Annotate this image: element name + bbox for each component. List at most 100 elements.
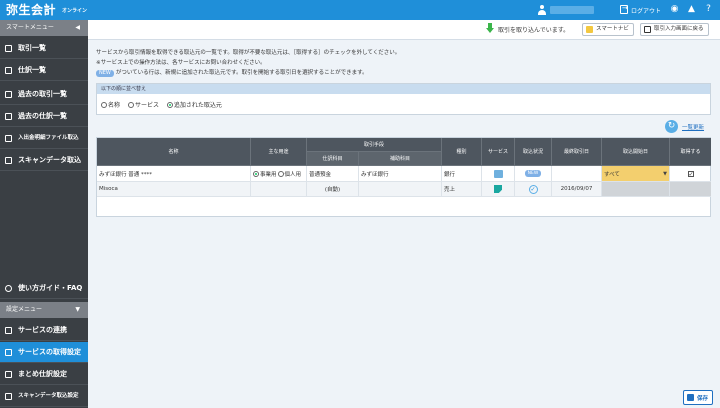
new-badge: NEW bbox=[96, 70, 114, 77]
cell-service bbox=[482, 166, 515, 182]
link-icon bbox=[5, 327, 12, 334]
logout-link[interactable]: ログアウト bbox=[631, 6, 661, 15]
sidebar-item-label: 使い方ガイド・FAQ bbox=[18, 284, 83, 292]
collapse-icon[interactable]: ◀ bbox=[75, 20, 80, 36]
cell-credit[interactable]: みずほ銀行 bbox=[359, 166, 442, 182]
sort-option-label: サービス bbox=[134, 102, 159, 109]
bank-service-icon bbox=[493, 169, 503, 178]
bell-icon[interactable]: ▲ bbox=[686, 4, 697, 15]
user-icon[interactable] bbox=[538, 5, 546, 15]
description-line-3-text: がついている行は、新規に追加された取込元です。取引を開始する取引日を選択すること… bbox=[115, 70, 368, 76]
sort-radio-service[interactable] bbox=[127, 101, 134, 108]
col-header-method: 取引手段 bbox=[307, 138, 442, 152]
cell-last-date bbox=[552, 166, 602, 182]
back-to-input-label: 取引入力画面に戻る bbox=[654, 26, 704, 32]
cell-name: Misoca bbox=[97, 182, 251, 197]
chat-icon[interactable]: ◉ bbox=[669, 4, 680, 15]
merge-icon bbox=[5, 371, 12, 378]
description-line-2: ※サービス上での操作方法は、各サービスにお問い合わせください。 bbox=[96, 60, 266, 66]
sort-radio-name[interactable] bbox=[101, 101, 107, 108]
sidebar-item-label: サービスの取得設定 bbox=[18, 348, 81, 356]
refresh-icon[interactable]: ↻ bbox=[665, 120, 678, 133]
sidebar-item-label: サービスの連携 bbox=[18, 326, 67, 334]
sidebar-item-scan-import[interactable]: スキャンデータ取込 bbox=[0, 150, 88, 171]
sidebar-item-transactions[interactable]: 取引一覧 bbox=[0, 38, 88, 59]
sidebar-item-label: 仕訳一覧 bbox=[18, 66, 46, 74]
new-status-badge: NEW bbox=[524, 170, 542, 177]
cell-status: ✓ bbox=[515, 182, 552, 197]
cell-debit: (自動) bbox=[307, 182, 359, 197]
sort-radio-added[interactable] bbox=[166, 101, 173, 108]
smart-navi-button[interactable]: スマートナビ bbox=[582, 23, 634, 36]
sidebar-item-journals[interactable]: 仕訳一覧 bbox=[0, 60, 88, 81]
sidebar-item-file-import[interactable]: 入出金明細ファイル取込 bbox=[0, 128, 88, 149]
sidebar: スマートメニュー ◀ 取引一覧 仕訳一覧 過去の取引一覧 過去の仕訳一覧 入出金… bbox=[0, 20, 88, 408]
app-logo-sub: オンライン bbox=[62, 8, 88, 14]
sort-options: 名称 サービス 追加された取込元 bbox=[101, 100, 228, 109]
source-table: 名称 主な用途 取引手段 仕訳科目 補助科目 種別 サービス 取込状況 最終取引… bbox=[96, 137, 711, 217]
list-icon bbox=[5, 91, 12, 98]
cell-fetch: ✓ bbox=[670, 166, 711, 182]
settings-menu-label: 設定メニュー bbox=[6, 306, 43, 313]
sidebar-item-label: スキャンデータ取込 bbox=[18, 156, 81, 164]
col-header-fetch: 取得する bbox=[670, 138, 711, 166]
top-bar: 弥生会計 オンライン ログアウト ◉ ▲ ? bbox=[0, 0, 720, 20]
start-date-select[interactable]: すべて ▼ bbox=[602, 166, 670, 182]
expand-icon[interactable]: ▼ bbox=[75, 302, 80, 318]
save-icon bbox=[687, 394, 694, 401]
cell-usage: 事業用 個人用 bbox=[251, 166, 307, 182]
sidebar-item-merge-settings[interactable]: まとめ仕訳設定 bbox=[0, 364, 88, 385]
description-line-3: NEW がついている行は、新規に追加された取込元です。取引を開始する取引日を選択す… bbox=[96, 68, 368, 77]
cell-last-date: 2016/09/07 bbox=[552, 182, 602, 197]
list-icon bbox=[5, 45, 12, 52]
cell-type: 売上 bbox=[442, 182, 482, 197]
smart-menu-label: スマートメニュー bbox=[6, 24, 54, 31]
sidebar-item-past-transactions[interactable]: 過去の取引一覧 bbox=[0, 84, 88, 105]
help-icon[interactable]: ? bbox=[703, 4, 714, 15]
user-name-redacted bbox=[550, 6, 594, 14]
col-header-debit: 仕訳科目 bbox=[307, 152, 359, 166]
file-icon bbox=[5, 135, 12, 142]
navi-icon bbox=[586, 26, 593, 33]
col-header-credit: 補助科目 bbox=[359, 152, 442, 166]
usage-radio-business[interactable] bbox=[253, 170, 259, 177]
main-content: 取引を取り込んでいます。 スマートナビ 取引入力画面に戻る サービスから取引情報… bbox=[88, 20, 720, 408]
sidebar-item-scan-settings[interactable]: スキャンデータ取込設定 bbox=[0, 386, 88, 407]
cell-usage bbox=[251, 182, 307, 197]
col-header-type: 種別 bbox=[442, 138, 482, 166]
sidebar-item-label: 過去の取引一覧 bbox=[18, 90, 67, 98]
fetch-checkbox[interactable]: ✓ bbox=[687, 170, 694, 177]
sidebar-item-label: 過去の仕訳一覧 bbox=[18, 112, 67, 120]
sidebar-item-service-fetch-settings[interactable]: サービスの取得設定 bbox=[0, 342, 88, 363]
start-date-value: すべて bbox=[604, 171, 620, 178]
cell-service bbox=[482, 182, 515, 197]
logout-icon[interactable] bbox=[620, 4, 628, 14]
sidebar-item-label: 取引一覧 bbox=[18, 44, 46, 52]
description-line-1: サービスから取引情報を取得できる取込元の一覧です。取得が不要な取込元は、［取得す… bbox=[96, 50, 401, 56]
app-logo[interactable]: 弥生会計 bbox=[6, 2, 56, 18]
smart-menu-header[interactable]: スマートメニュー ◀ bbox=[0, 20, 88, 36]
misoca-service-icon bbox=[494, 185, 502, 193]
save-button[interactable]: 保存 bbox=[683, 390, 713, 405]
usage-label-business: 事業用 bbox=[260, 171, 277, 178]
back-to-input-button[interactable]: 取引入力画面に戻る bbox=[640, 23, 709, 36]
cell-type: 銀行 bbox=[442, 166, 482, 182]
gear-icon bbox=[5, 349, 12, 356]
sidebar-item-label: スキャンデータ取込設定 bbox=[18, 393, 79, 399]
sidebar-item-past-journals[interactable]: 過去の仕訳一覧 bbox=[0, 106, 88, 127]
list-icon bbox=[5, 67, 12, 74]
settings-menu-header[interactable]: 設定メニュー ▼ bbox=[0, 302, 88, 318]
refresh-link[interactable]: 一覧更新 bbox=[682, 123, 704, 131]
cell-debit[interactable]: 普通預金 bbox=[307, 166, 359, 182]
sort-panel: 以下の順に並べ替え 名称 サービス 追加された取込元 bbox=[96, 83, 711, 115]
list-icon bbox=[5, 113, 12, 120]
usage-radio-personal[interactable] bbox=[277, 170, 284, 177]
sidebar-item-service-link[interactable]: サービスの連携 bbox=[0, 320, 88, 341]
download-arrow-icon bbox=[486, 23, 494, 34]
col-header-usage: 主な用途 bbox=[251, 138, 307, 166]
col-header-service: サービス bbox=[482, 138, 515, 166]
sidebar-item-guide[interactable]: 使い方ガイド・FAQ bbox=[0, 278, 88, 299]
chevron-down-icon: ▼ bbox=[663, 170, 667, 177]
col-header-start-date: 取込開始日 bbox=[602, 138, 670, 166]
cell-fetch-disabled bbox=[670, 182, 711, 197]
